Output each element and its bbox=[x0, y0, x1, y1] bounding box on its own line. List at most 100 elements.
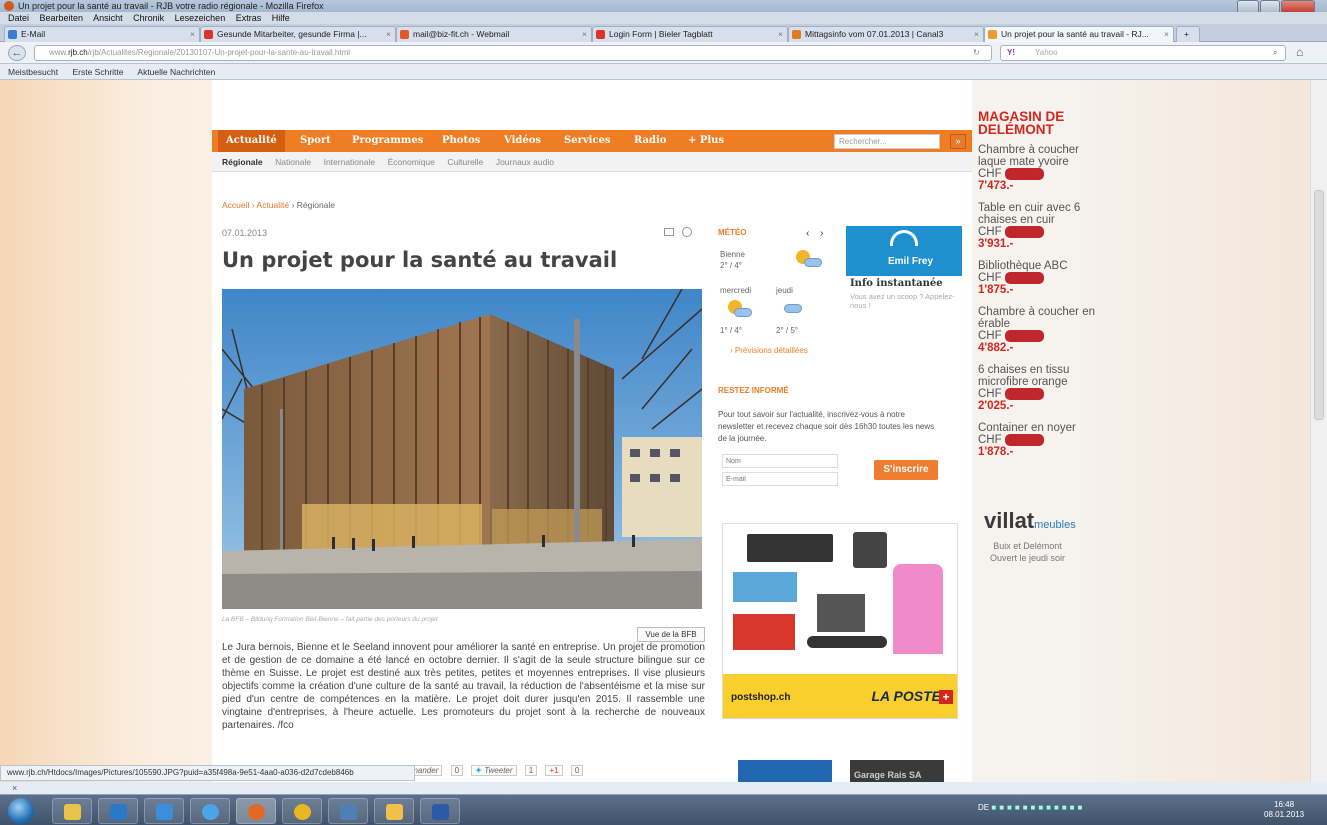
postshop-ad[interactable]: postshop.ch LA POSTE + bbox=[722, 523, 958, 719]
addon-bar-close-icon[interactable]: × bbox=[12, 783, 17, 793]
cloud-icon bbox=[804, 258, 822, 267]
back-button[interactable]: ← bbox=[8, 45, 26, 61]
bottom-ad-blue[interactable] bbox=[738, 760, 832, 782]
subnav-regionale[interactable]: Régionale bbox=[222, 157, 263, 167]
tweet-button[interactable]: ✦ Tweeter bbox=[471, 765, 517, 776]
subscribe-button[interactable]: S'inscrire bbox=[874, 460, 938, 480]
search-icon[interactable]: ⌕ bbox=[1273, 46, 1277, 60]
menu-hilfe[interactable]: Hilfe bbox=[272, 13, 290, 23]
print-icon[interactable] bbox=[682, 227, 692, 237]
taskbar-word[interactable] bbox=[420, 798, 460, 824]
meteo-prev-arrow[interactable]: ‹ bbox=[806, 228, 809, 239]
emil-frey-logo-icon bbox=[890, 230, 918, 246]
nav-services[interactable]: Services bbox=[564, 130, 611, 152]
newsletter-header: RESTEZ INFORMÉ bbox=[718, 386, 789, 395]
meteo-next-arrow[interactable]: › bbox=[820, 228, 823, 239]
breadcrumb-actualite[interactable]: Actualité bbox=[257, 200, 290, 210]
close-tab-icon[interactable]: × bbox=[778, 27, 783, 42]
taskbar-app[interactable] bbox=[328, 798, 368, 824]
tab-active-rjb[interactable]: Un projet pour la santé au travail - RJ.… bbox=[984, 26, 1174, 42]
article-photo[interactable] bbox=[222, 289, 702, 609]
furniture-ad-header: MAGASIN DE DELÉMONT bbox=[978, 109, 1065, 137]
recommend-count: 0 bbox=[450, 765, 464, 776]
close-tab-icon[interactable]: × bbox=[1164, 27, 1169, 42]
nav-actualite[interactable]: Actualité bbox=[218, 130, 285, 152]
tweet-label: Tweeter bbox=[484, 766, 513, 775]
site-search-button[interactable]: » bbox=[950, 134, 966, 149]
meteo-day1-temp: 1° / 4° bbox=[720, 326, 742, 335]
close-tab-icon[interactable]: × bbox=[974, 27, 979, 42]
gplus-count: 0 bbox=[570, 765, 584, 776]
tab-canal3[interactable]: Mittagsinfo vom 07.01.2013 | Canal3 × bbox=[788, 26, 984, 42]
tab-bar: E-Mail × Gesunde Mitarbeiter, gesunde Fir… bbox=[0, 24, 1327, 42]
url-bar[interactable]: www.rjb.ch/rjb/Actualites/Regionale/2013… bbox=[34, 45, 992, 61]
meteo-day2: jeudi bbox=[776, 286, 793, 295]
menu-ansicht[interactable]: Ansicht bbox=[93, 13, 123, 23]
email-icon bbox=[8, 30, 17, 39]
article-title: Un projet pour la santé au travail bbox=[222, 248, 618, 272]
newsletter-email-input[interactable] bbox=[722, 472, 838, 486]
site-search-input[interactable]: Rechercher... bbox=[834, 134, 940, 149]
email-share-icon[interactable] bbox=[664, 228, 674, 236]
item-price: 3'931.- bbox=[978, 238, 1014, 250]
subnav-journaux-audio[interactable]: Journaux audio bbox=[496, 157, 554, 167]
search-placeholder: Yahoo bbox=[1035, 48, 1058, 57]
nav-sport[interactable]: Sport bbox=[300, 130, 331, 152]
nav-radio[interactable]: Radio bbox=[634, 130, 666, 152]
tab-gesunde[interactable]: Gesunde Mitarbeiter, gesunde Firma |... × bbox=[200, 26, 396, 42]
reload-icon[interactable]: ↻ bbox=[973, 46, 980, 60]
taskbar-outlook[interactable] bbox=[98, 798, 138, 824]
taskbar-firefox[interactable] bbox=[236, 798, 276, 824]
page-viewport: Actualité Sport Programmes Photos Vidéos… bbox=[0, 80, 1310, 782]
taskbar-mail[interactable] bbox=[374, 798, 414, 824]
menu-datei[interactable]: Datei bbox=[8, 13, 29, 23]
taskbar-explorer[interactable] bbox=[52, 798, 92, 824]
vertical-scrollbar[interactable] bbox=[1310, 80, 1327, 782]
newsletter-name-input[interactable] bbox=[722, 454, 838, 468]
camera-image bbox=[853, 532, 887, 568]
meteo-details-link[interactable]: › Prévisions détaillées bbox=[730, 346, 808, 355]
taskbar-ie[interactable] bbox=[190, 798, 230, 824]
furniture-ad[interactable]: MAGASIN DE DELÉMONT Chambre à coucher la… bbox=[978, 110, 1103, 468]
menu-extras[interactable]: Extras bbox=[236, 13, 262, 23]
home-icon[interactable]: ⌂ bbox=[1296, 45, 1303, 59]
close-tab-icon[interactable]: × bbox=[190, 27, 195, 42]
taskbar-chrome[interactable] bbox=[282, 798, 322, 824]
nav-videos[interactable]: Vidéos bbox=[504, 130, 541, 152]
subnav-culturelle[interactable]: Culturelle bbox=[447, 157, 483, 167]
tab-login[interactable]: Login Form | Bieler Tagblatt × bbox=[592, 26, 788, 42]
nav-programmes[interactable]: Programmes bbox=[352, 130, 423, 152]
bookmark-erste-schritte[interactable]: Erste Schritte bbox=[72, 67, 123, 77]
tray-icons[interactable]: ■■■■■■■■■■■■ bbox=[991, 803, 1085, 812]
breadcrumb-home[interactable]: Accueil bbox=[222, 200, 249, 210]
nav-photos[interactable]: Photos bbox=[442, 130, 480, 152]
gplus-button[interactable]: +1 bbox=[545, 765, 563, 776]
close-tab-icon[interactable]: × bbox=[582, 27, 587, 42]
url-prefix: www. bbox=[49, 48, 69, 57]
language-indicator[interactable]: DE bbox=[978, 803, 989, 812]
start-button[interactable] bbox=[8, 798, 34, 824]
tab-webmail[interactable]: mail@biz-fit.ch - Webmail × bbox=[396, 26, 592, 42]
photo-gallery-button[interactable]: Vue de la BFB bbox=[637, 627, 705, 642]
taskbar-clock[interactable]: 16:48 08.01.2013 bbox=[1264, 800, 1304, 820]
subnav-economique[interactable]: Économique bbox=[388, 157, 435, 167]
bookmark-meistbesucht[interactable]: Meistbesucht bbox=[8, 67, 58, 77]
close-tab-icon[interactable]: × bbox=[386, 27, 391, 42]
emil-frey-banner[interactable]: Emil Frey bbox=[846, 226, 962, 276]
nav-plus[interactable]: + Plus bbox=[688, 130, 724, 152]
search-engine-box[interactable]: Y! Yahoo ⌕ bbox=[1000, 45, 1286, 61]
menu-bearbeiten[interactable]: Bearbeiten bbox=[40, 13, 84, 23]
garage-ad[interactable]: Garage Rais SA bbox=[850, 760, 944, 782]
info-instantanee-box[interactable]: Emil Frey Info instantanée Vous avez un … bbox=[846, 226, 962, 316]
tab-email[interactable]: E-Mail × bbox=[4, 26, 200, 42]
villat-brand: villat bbox=[984, 508, 1035, 533]
villat-logo[interactable]: villatmeubles bbox=[984, 508, 1076, 534]
subnav-internationale[interactable]: Internationale bbox=[324, 157, 376, 167]
subnav-nationale[interactable]: Nationale bbox=[275, 157, 311, 167]
new-tab-button[interactable]: + bbox=[1176, 26, 1200, 42]
menu-lesezeichen[interactable]: Lesezeichen bbox=[175, 13, 226, 23]
menu-chronik[interactable]: Chronik bbox=[133, 13, 164, 23]
bookmark-aktuelle-nachrichten[interactable]: Aktuelle Nachrichten bbox=[137, 67, 215, 77]
taskbar-vcard[interactable] bbox=[144, 798, 184, 824]
scrollbar-thumb[interactable] bbox=[1314, 190, 1324, 420]
